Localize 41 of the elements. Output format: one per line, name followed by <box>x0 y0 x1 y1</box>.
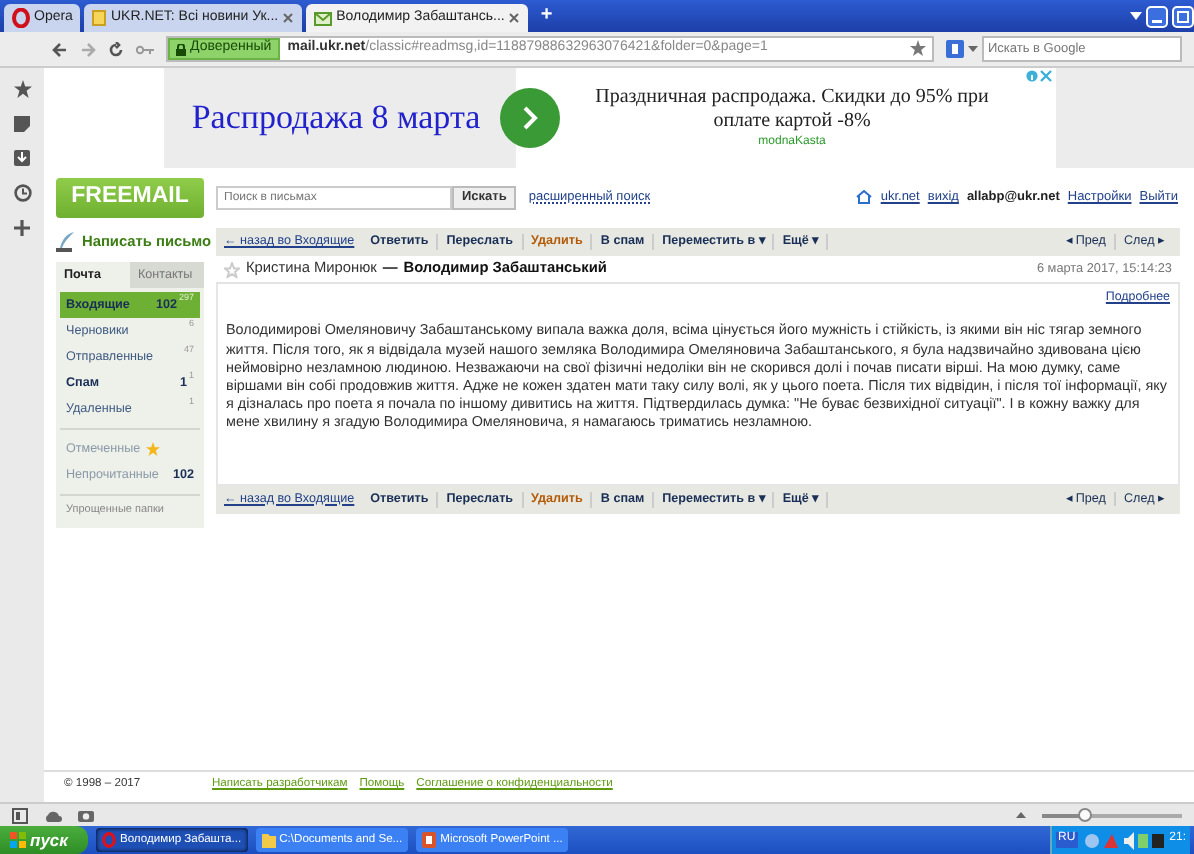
star-icon[interactable] <box>910 39 926 56</box>
ad-text[interactable]: Праздничная распродажа. Скидки до 95% при оплате картой -8% <box>572 85 1012 136</box>
close-icon[interactable] <box>1040 70 1052 82</box>
lock-icon <box>176 43 186 55</box>
start-button[interactable]: пуск <box>0 826 88 854</box>
info-icon[interactable] <box>1026 70 1038 82</box>
dropdown-icon[interactable] <box>1130 12 1142 20</box>
quill-pen-icon <box>56 232 76 252</box>
ad-headline[interactable]: Распродажа 8 марта <box>164 97 508 139</box>
chevron-right-icon <box>522 106 538 130</box>
opera-logo-icon <box>12 8 30 28</box>
reload-icon[interactable] <box>108 41 124 57</box>
opera-logo-icon <box>101 832 116 848</box>
minimize-icon[interactable] <box>1146 5 1168 27</box>
envelope-icon <box>314 11 333 25</box>
close-icon[interactable] <box>282 12 295 24</box>
home-icon[interactable] <box>856 190 873 205</box>
caret-up-icon[interactable] <box>1016 812 1026 818</box>
camera-icon[interactable] <box>78 808 94 822</box>
zoom-slider-thumb[interactable] <box>1078 807 1093 821</box>
folder-icon <box>261 832 276 848</box>
caret-icon[interactable] <box>968 46 978 52</box>
add-icon[interactable] <box>14 220 30 236</box>
page-icon <box>92 10 107 26</box>
cloud-icon[interactable] <box>44 809 62 821</box>
download-icon[interactable] <box>14 150 30 166</box>
presentation-icon <box>422 832 437 848</box>
notes-icon[interactable] <box>14 116 30 132</box>
restore-icon[interactable] <box>1172 5 1194 27</box>
windows-logo-icon <box>10 832 26 848</box>
history-clock-icon[interactable] <box>13 184 31 202</box>
star-icon[interactable] <box>224 261 240 277</box>
bookmarks-star-icon[interactable] <box>13 80 31 98</box>
ad-arrow-button[interactable] <box>500 88 560 148</box>
new-tab-button[interactable]: + <box>532 4 561 28</box>
panel-toggle-icon[interactable] <box>12 807 28 823</box>
back-icon[interactable] <box>52 41 68 57</box>
close-icon[interactable] <box>508 12 521 24</box>
tray-icons-drawing[interactable] <box>1083 831 1164 849</box>
search-engine-icon[interactable] <box>946 40 964 58</box>
star-icon <box>146 442 161 456</box>
